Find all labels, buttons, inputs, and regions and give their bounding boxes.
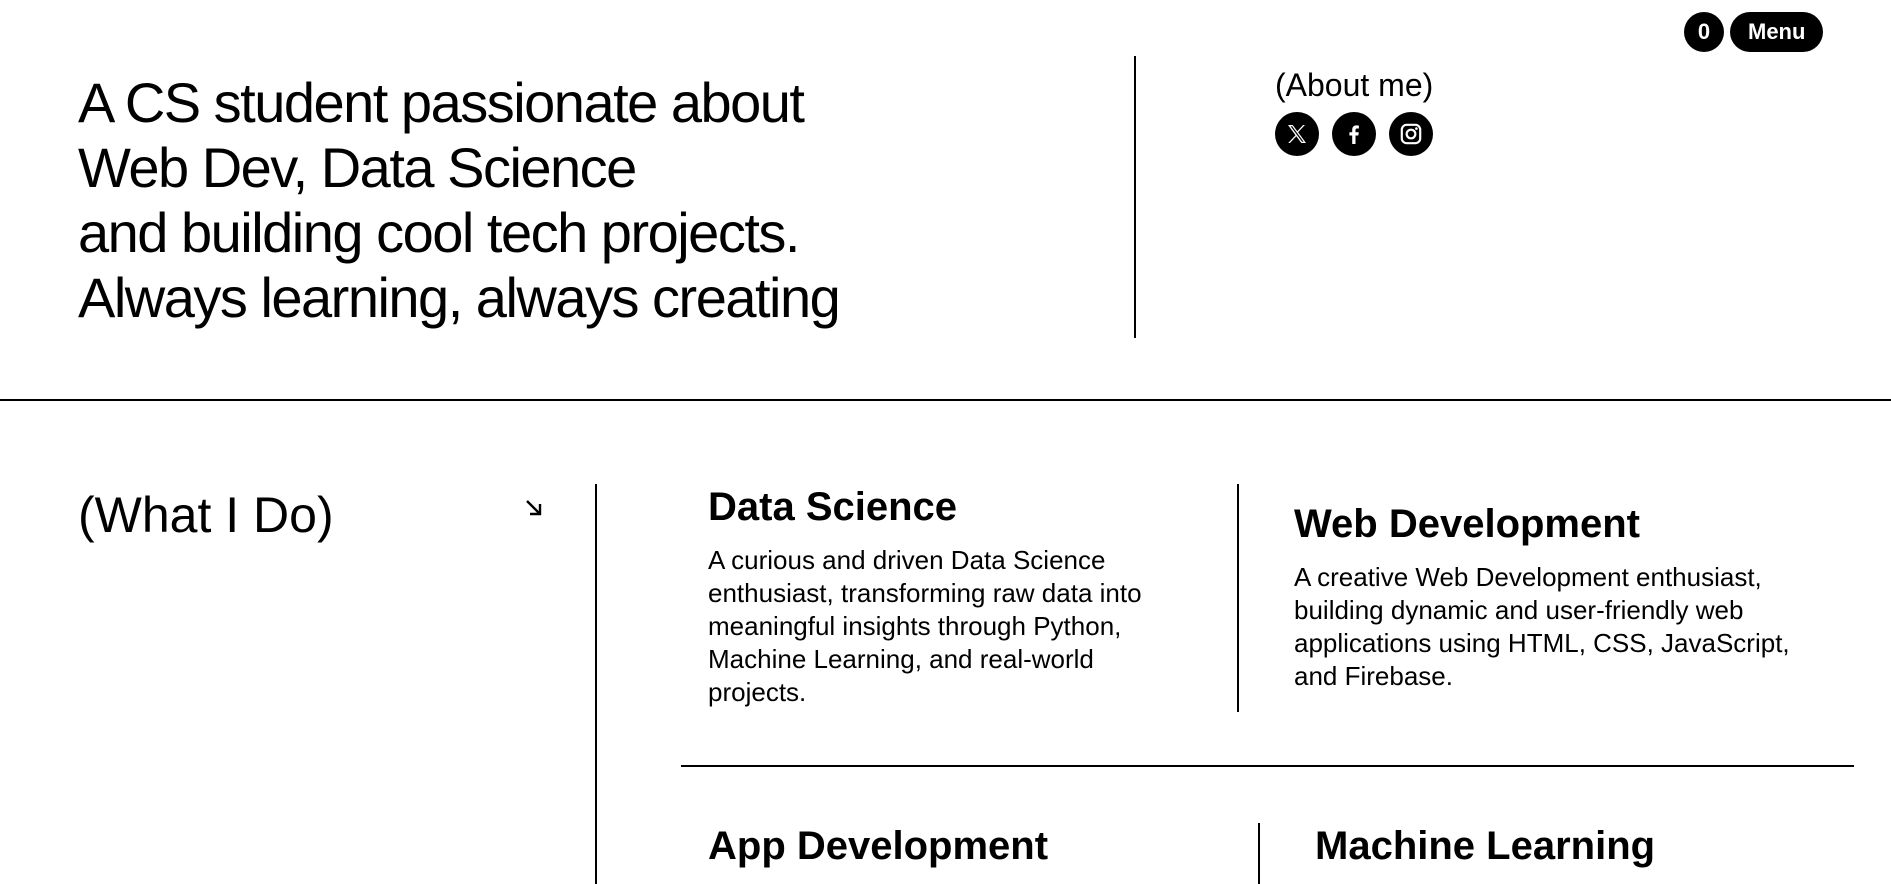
hero-divider xyxy=(1134,56,1136,338)
hero-line: Web Dev, Data Science xyxy=(78,136,637,199)
cart-count-button[interactable]: 0 xyxy=(1684,12,1724,52)
facebook-icon[interactable] xyxy=(1332,112,1376,156)
what-i-do-divider xyxy=(595,484,597,884)
instagram-icon[interactable] xyxy=(1389,112,1433,156)
service-description: A curious and driven Data Science enthus… xyxy=(708,545,1142,707)
about-me-label[interactable]: (About me) xyxy=(1275,66,1433,104)
hero-heading: A CS student passionate about Web Dev, D… xyxy=(78,70,841,330)
service-card-web-development: Web Development A creative Web Developme… xyxy=(1294,501,1834,693)
top-actions: 0 Menu xyxy=(1684,12,1824,52)
service-title: App Development xyxy=(708,824,1049,868)
hero-line: Always learning, always creating xyxy=(78,266,841,329)
service-description: A creative Web Development enthusiast, b… xyxy=(1294,562,1790,691)
arrow-down-right-icon xyxy=(522,496,546,525)
service-card-machine-learning: Machine Learning xyxy=(1315,823,1655,869)
section-divider xyxy=(0,399,1891,401)
service-card-app-development: App Development xyxy=(708,823,1048,869)
what-i-do-heading: (What I Do) xyxy=(78,487,334,543)
about-section: (About me) xyxy=(1275,66,1433,156)
service-title: Data Science xyxy=(708,485,958,529)
services-row-divider xyxy=(681,765,1854,767)
service-divider xyxy=(1258,823,1260,884)
service-title: Web Development xyxy=(1294,502,1640,546)
hero-line: and building cool tech projects. xyxy=(78,201,800,264)
service-divider xyxy=(1237,484,1239,712)
service-card-data-science: Data Science A curious and driven Data S… xyxy=(708,484,1198,709)
menu-button[interactable]: Menu xyxy=(1730,12,1824,52)
service-title: Machine Learning xyxy=(1315,824,1656,868)
page: 0 Menu A CS student passionate about Web… xyxy=(0,0,1891,884)
social-links xyxy=(1275,112,1433,156)
hero-line: A CS student passionate about xyxy=(78,71,805,134)
x-icon[interactable] xyxy=(1275,112,1319,156)
